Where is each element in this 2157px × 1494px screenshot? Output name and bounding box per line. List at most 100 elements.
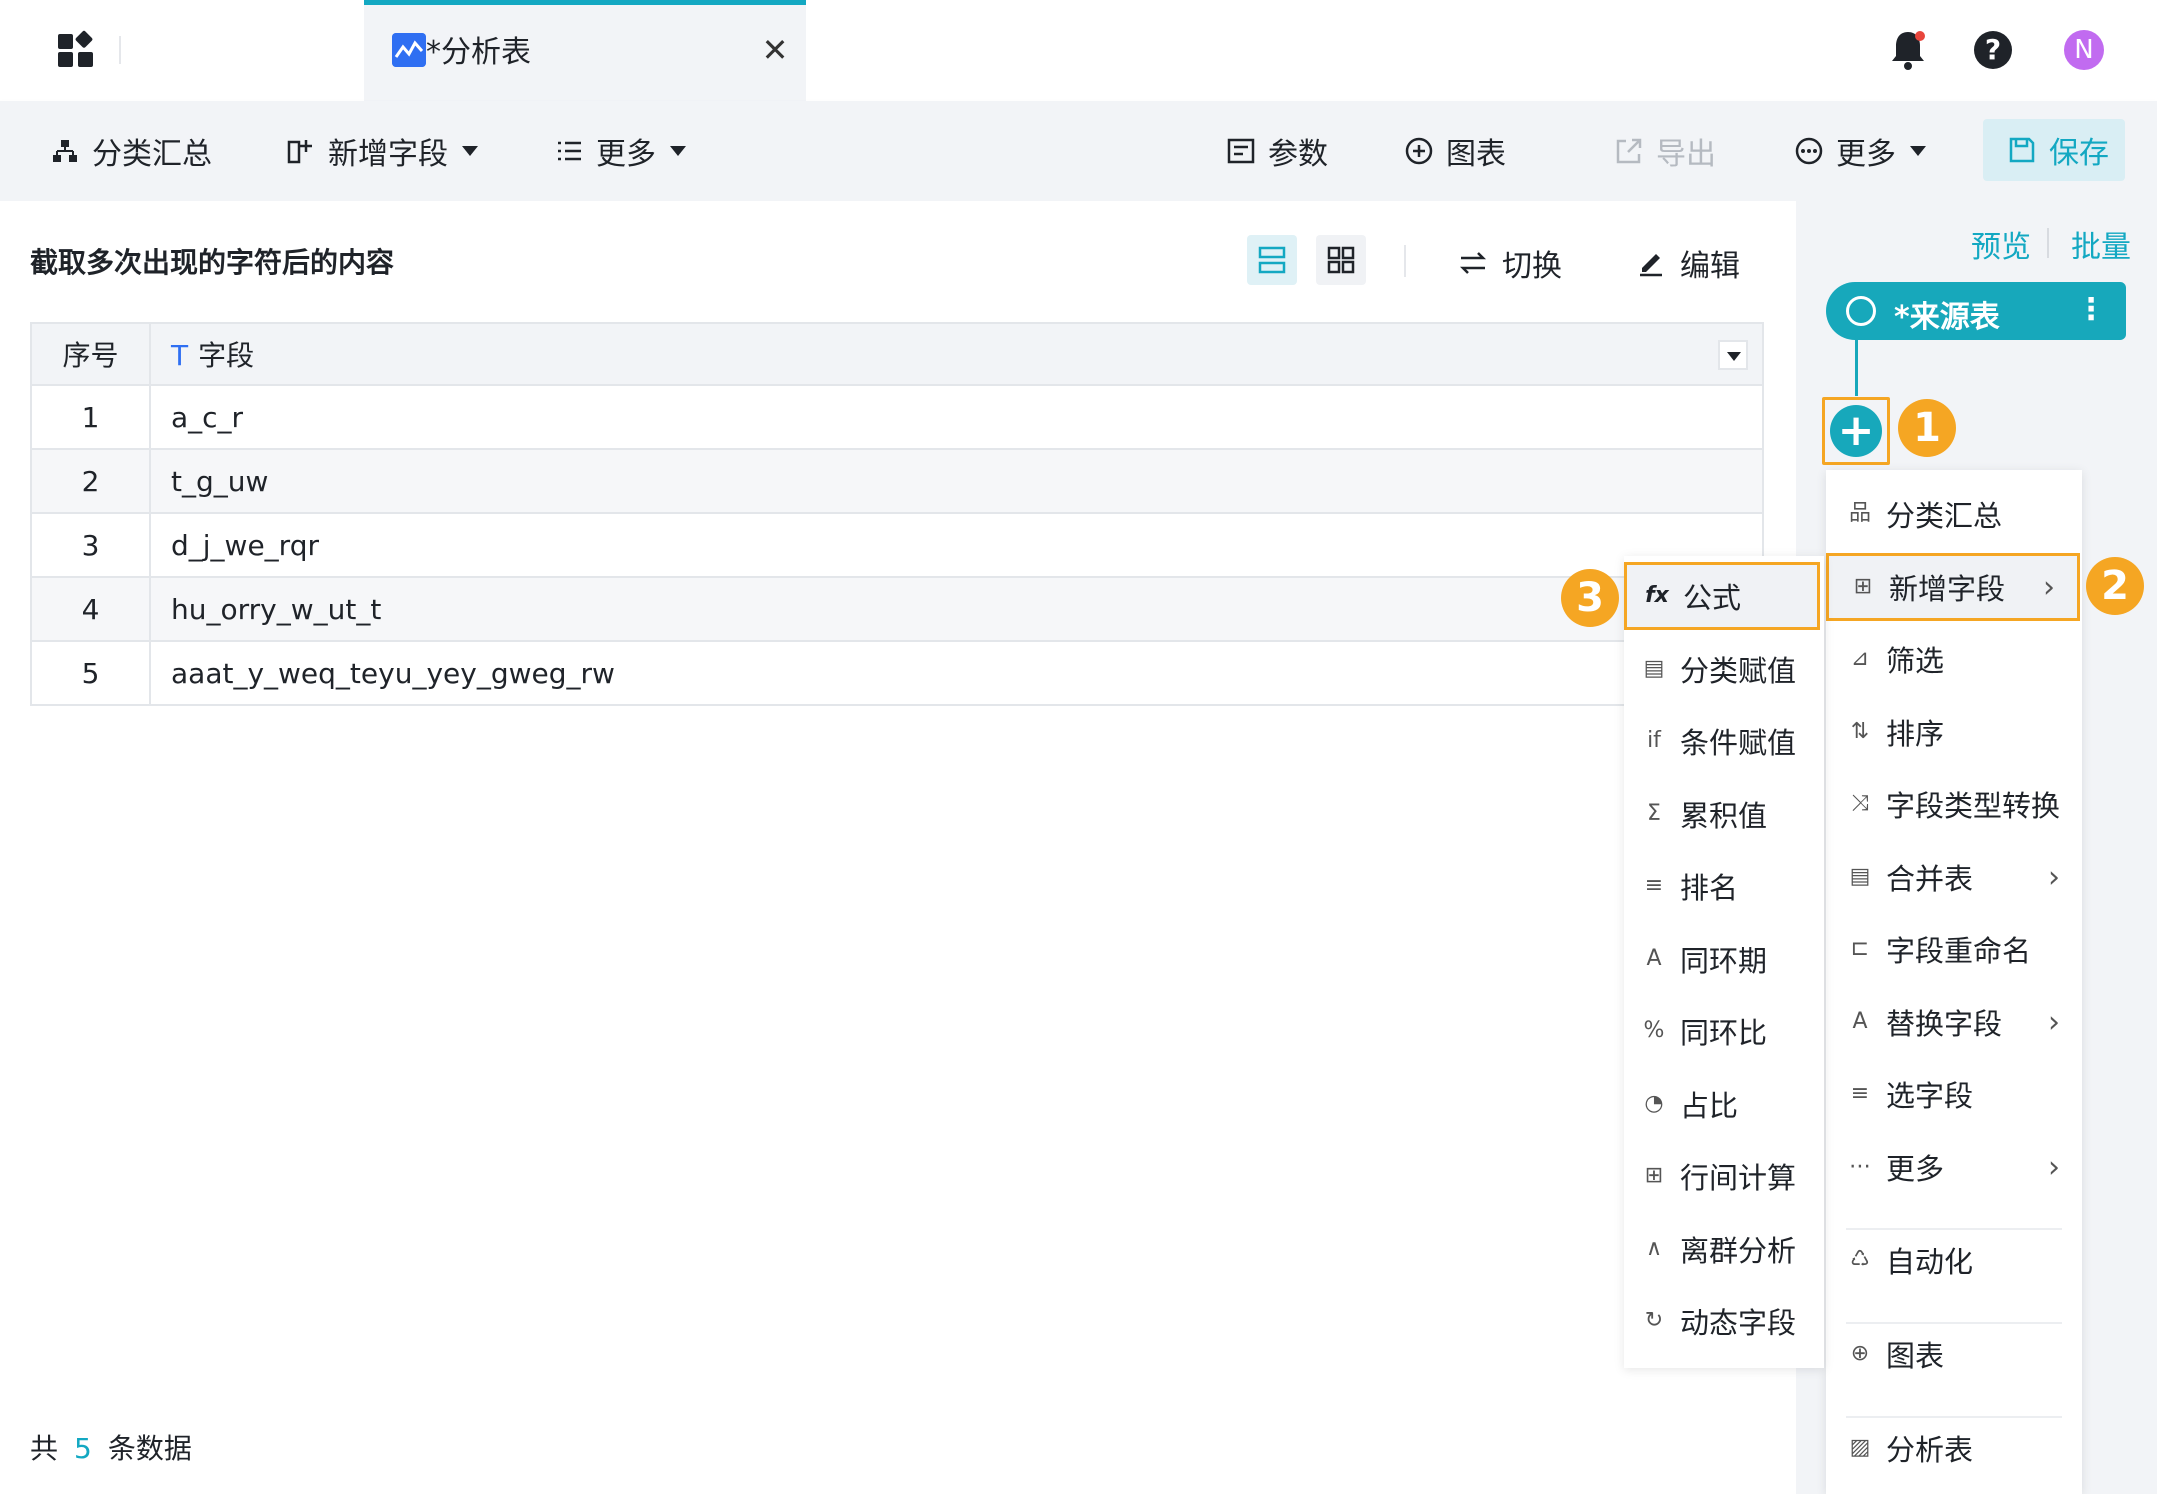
menu-item-label: 排序 <box>1886 717 1945 751</box>
chevron-down-icon <box>1910 146 1926 156</box>
submenu-item[interactable]: Σ 累积值 <box>1624 780 1824 848</box>
analysis-table-icon: ▨ <box>1849 1435 1871 1460</box>
chevron-down-icon <box>462 146 478 156</box>
menu-item[interactable]: ⊏ 字段重命名 <box>1826 915 2082 983</box>
grid-view-button[interactable] <box>1316 235 1366 285</box>
chevron-right-icon: › <box>2048 1149 2060 1185</box>
select-field-icon: ≡ <box>1850 1081 1870 1106</box>
column-dropdown-icon[interactable] <box>1718 340 1748 370</box>
submenu-item[interactable]: ≡ 排名 <box>1624 852 1824 920</box>
row-index: 5 <box>31 641 151 706</box>
help-icon[interactable]: ? <box>1974 31 2012 69</box>
plus-circle-icon <box>1405 137 1433 165</box>
switch-button[interactable]: 切换 <box>1458 241 1562 285</box>
preview-link[interactable]: 预览 <box>1971 222 2031 266</box>
automation-icon: ♺ <box>1850 1247 1870 1272</box>
step-badge-3: 3 <box>1561 569 1619 627</box>
rename-icon: ⊏ <box>1850 936 1870 961</box>
dynamic-field-icon: ↻ <box>1644 1308 1664 1333</box>
chevron-right-icon: › <box>2048 1004 2060 1040</box>
plus-icon: + <box>1830 405 1882 457</box>
batch-link[interactable]: 批量 <box>2071 222 2131 266</box>
menu-item[interactable]: A 替换字段 › <box>1826 988 2082 1056</box>
column-header-field[interactable]: T 字段 <box>150 323 1763 386</box>
chevron-right-icon: › <box>2043 569 2055 605</box>
step-badge-1: 1 <box>1898 399 1956 457</box>
row-count-suffix: 条数据 <box>107 1432 192 1465</box>
source-table-node[interactable]: *来源表 ⋮ <box>1826 282 2126 340</box>
submenu-item[interactable]: ◔ 占比 <box>1624 1070 1824 1138</box>
submenu-item-label: 排名 <box>1680 871 1739 905</box>
submenu-item[interactable]: ▤ 分类赋值 <box>1624 635 1824 703</box>
menu-item[interactable]: ⊞ 新增字段 › <box>1826 553 2080 621</box>
formula-icon: fx <box>1645 583 1669 608</box>
submenu-item[interactable]: ∧ 离群分析 <box>1624 1215 1824 1283</box>
add-step-button[interactable]: + <box>1822 397 1890 465</box>
add-field-button[interactable]: 新增字段 <box>286 127 478 175</box>
menu-divider <box>1846 1416 2062 1418</box>
submenu-item-label: 离群分析 <box>1680 1233 1797 1268</box>
menu-item[interactable]: ⊕ 图表 <box>1826 1320 2082 1388</box>
menu-item-label: 分析表 <box>1886 1433 1974 1467</box>
close-icon[interactable]: ✕ <box>758 33 792 67</box>
save-button[interactable]: 保存 <box>1983 119 2125 181</box>
more-right-button[interactable]: 更多 <box>1794 127 1926 175</box>
export-icon <box>1616 138 1642 164</box>
row-calc-icon: ⊞ <box>1644 1163 1664 1188</box>
replace-icon: A <box>1852 1009 1868 1034</box>
menu-item[interactable]: ≡ 选字段 <box>1826 1060 2082 1128</box>
add-step-menu: 品分类汇总 ⊞ 新增字段 › ⊿ 筛选 ⇅ 排序 ⤨ 字段类型转换 ▤ 合并表 › ⊏ 字段重命名 A 替换字段… <box>1826 470 2082 1494</box>
export-label: 导出 <box>1656 137 1716 172</box>
period-icon: A <box>1646 945 1662 971</box>
group-icon: 品 <box>1848 501 1871 526</box>
step-badge-2: 2 <box>2086 557 2144 615</box>
submenu-item[interactable]: ↻ 动态字段 <box>1624 1287 1824 1355</box>
submenu-item[interactable]: ⊞ 行间计算 <box>1624 1142 1824 1210</box>
text-type-icon: T <box>171 339 189 372</box>
menu-item[interactable]: ⇅ 排序 <box>1826 698 2082 766</box>
row-value: aaat_y_weq_teyu_yey_gweg_rw <box>150 641 1763 706</box>
more-left-button[interactable]: 更多 <box>554 127 686 175</box>
avatar[interactable]: N <box>2064 30 2104 70</box>
menu-item[interactable]: ▨ 分析表 <box>1826 1414 2082 1482</box>
row-value: d_j_we_rqr <box>150 513 1763 578</box>
table-row: 1 a_c_r <box>31 385 1763 450</box>
submenu-item[interactable]: fx 公式 <box>1624 562 1820 630</box>
chart-button[interactable]: 图表 <box>1404 127 1506 175</box>
export-button[interactable]: 导出 <box>1614 127 1716 175</box>
menu-item-label: 合并表 <box>1886 862 1974 896</box>
filter-icon: ⊿ <box>1850 646 1870 671</box>
bell-icon[interactable] <box>1888 28 1928 72</box>
menu-item[interactable]: ⊿ 筛选 <box>1826 625 2082 693</box>
params-icon <box>1227 138 1255 164</box>
menu-item[interactable]: 品分类汇总 <box>1826 480 2082 548</box>
tab-analysis-table[interactable]: *分析表 ✕ <box>364 0 806 101</box>
edit-label: 编辑 <box>1680 249 1740 284</box>
add-field-label: 新增字段 <box>328 137 448 172</box>
menu-item[interactable]: ▤ 合并表 › <box>1826 843 2082 911</box>
column-header-index: 序号 <box>31 323 151 386</box>
menu-divider <box>1846 1322 2062 1324</box>
more-vertical-icon[interactable]: ⋮ <box>2076 292 2106 327</box>
list-view-button[interactable] <box>1247 235 1297 285</box>
submenu-item[interactable]: A 同环期 <box>1624 925 1824 993</box>
submenu-item-label: 公式 <box>1683 581 1742 615</box>
swap-icon <box>1459 252 1487 274</box>
list-view-icon <box>1258 246 1286 274</box>
flow-connector <box>1855 340 1858 396</box>
menu-item[interactable]: ⋯ 更多 › <box>1826 1133 2082 1201</box>
params-button[interactable]: 参数 <box>1226 127 1328 175</box>
submenu-item-label: 占比 <box>1680 1088 1739 1123</box>
more-icon: ⋯ <box>1849 1154 1871 1179</box>
menu-item-label: 更多 <box>1886 1152 1945 1186</box>
menu-item[interactable]: ♺ 自动化 <box>1826 1226 2082 1294</box>
apps-grid-icon[interactable] <box>56 30 96 70</box>
submenu-item[interactable]: if 条件赋值 <box>1624 707 1824 775</box>
row-count-prefix: 共 <box>30 1432 59 1465</box>
group-summary-button[interactable]: 分类汇总 <box>50 127 212 175</box>
submenu-item[interactable]: % 同环比 <box>1624 997 1824 1065</box>
menu-item[interactable]: ⤨ 字段类型转换 <box>1826 770 2082 838</box>
group-icon <box>53 140 77 162</box>
edit-button[interactable]: 编辑 <box>1636 241 1740 285</box>
menu-item-label: 选字段 <box>1886 1079 1974 1113</box>
